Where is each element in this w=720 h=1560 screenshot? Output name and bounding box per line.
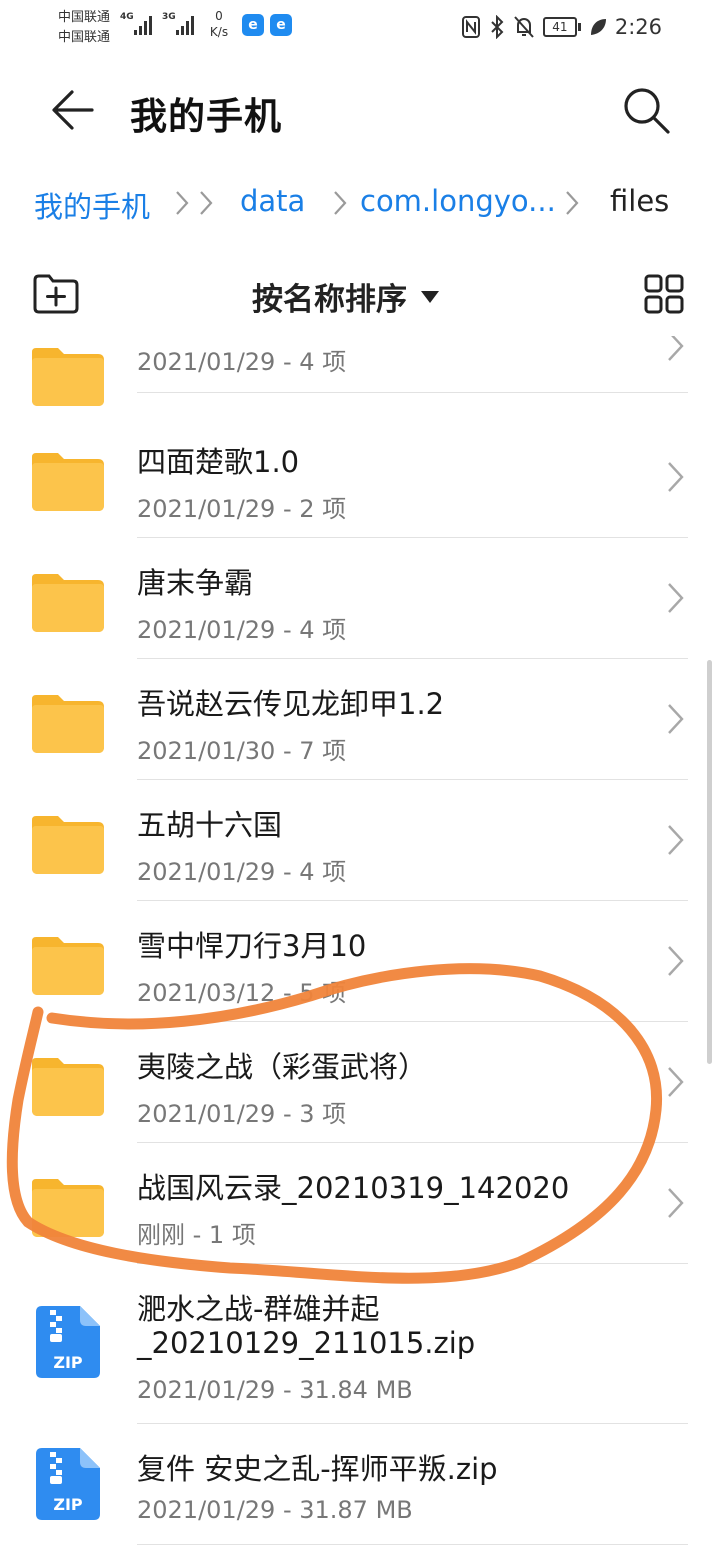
clock: 2:26 [614,15,662,39]
folder-icon [32,1179,104,1237]
chevron-right-icon [668,946,684,976]
grid-view-icon [644,274,684,314]
file-name: 夷陵之战（彩蛋武将） [137,1050,428,1084]
list-item[interactable]: 唐末争霸 2021/01/29 - 4 项 [0,538,720,659]
status-icons: 41 2:26 [461,12,662,42]
file-meta: 2021/01/29 - 31.84 MB [137,1376,413,1404]
folder-icon [32,453,104,511]
folder-plus-icon [33,274,79,314]
file-name: 四面楚歌1.0 [137,445,300,479]
network-speed: 0 K/s [209,9,229,39]
file-meta: 2021/01/30 - 7 项 [137,737,347,765]
arrow-left-icon [52,90,94,130]
chevron-right-icon [200,191,213,215]
carrier-1: 中国联通 [58,10,111,25]
file-meta: 2021/01/29 - 3 项 [137,1100,347,1128]
file-meta: 2021/01/29 - 4 项 [137,348,347,376]
leaf-icon [590,19,606,35]
bluetooth-icon [491,15,504,39]
list-item[interactable]: ZIP 复件 安史之乱-挥师平叛.zip 2021/01/29 - 31.87 … [0,1424,720,1545]
carrier-2: 中国联通 [58,30,111,45]
status-bar: 中国联通 中国联通 4G 3G 0 K/s e e 41 2:26 [0,0,720,56]
grid-view-button[interactable] [644,274,684,314]
file-name: 复件 安史之乱-挥师平叛.zip [137,1452,498,1486]
carrier-labels: 中国联通 中国联通 [58,8,110,48]
divider [137,1544,688,1545]
breadcrumb-item-my-phone[interactable]: 我的手机 [34,184,150,226]
svg-text:ZIP: ZIP [53,1495,83,1514]
search-button[interactable] [616,80,676,140]
scrollbar[interactable] [707,660,712,1064]
file-name: 五胡十六国 [137,808,283,842]
chevron-right-icon [176,191,189,215]
zip-file-icon: ZIP [36,1306,100,1378]
file-meta: 2021/01/29 - 2 项 [137,495,347,523]
network-type-2: 3G [162,12,176,22]
chevron-right-icon [668,583,684,613]
folder-icon [32,937,104,995]
svg-text:ZIP: ZIP [53,1353,83,1372]
nfc-icon [461,16,480,38]
chevron-right-icon [566,191,579,215]
folder-icon [32,574,104,632]
file-meta: 2021/01/29 - 31.87 MB [137,1496,413,1524]
app-notification-icon: e [242,14,264,36]
chevron-right-icon [668,1067,684,1097]
zip-file-icon: ZIP [36,1448,100,1520]
file-meta: 2021/03/12 - 5 项 [137,979,347,1007]
file-meta: 2021/01/29 - 4 项 [137,616,347,644]
file-name: 唐末争霸 [137,566,254,600]
file-name: 淝水之战-群雄并起 [137,1292,380,1326]
list-item[interactable]: 四面楚歌1.0 2021/01/29 - 2 项 [0,417,720,538]
chevron-right-icon [668,825,684,855]
sort-dropdown[interactable]: 按名称排序 [252,272,439,320]
network-type-1: 4G [120,12,134,22]
back-button[interactable] [44,80,104,140]
page-title: 我的手机 [130,95,282,138]
chevron-right-icon [668,1188,684,1218]
mute-bell-icon [514,16,534,38]
list-item[interactable]: ZIP 淝水之战-群雄并起 _20210129_211015.zip 2021/… [0,1264,720,1424]
breadcrumb-item-files: files [610,184,670,218]
divider [137,392,688,393]
breadcrumb-item-data[interactable]: data [240,184,305,218]
list-item[interactable]: 吾说赵云传见龙卸甲1.2 2021/01/30 - 7 项 [0,659,720,780]
chevron-right-icon [668,704,684,734]
folder-icon [32,695,104,753]
app-notification-icon-2: e [270,14,292,36]
chevron-right-icon [668,336,684,361]
file-meta: 2021/01/29 - 4 项 [137,858,347,886]
file-meta: 刚刚 - 1 项 [137,1221,256,1249]
list-item[interactable]: 五胡十六国 2021/01/29 - 4 项 [0,780,720,901]
breadcrumb-item-package[interactable]: com.longyo... [360,184,556,218]
list-item[interactable]: 战国风云录_20210319_142020 刚刚 - 1 项 [0,1143,720,1264]
chevron-right-icon [668,462,684,492]
sort-label: 按名称排序 [252,281,407,318]
list-item[interactable]: 夷陵之战（彩蛋武将） 2021/01/29 - 3 项 [0,1022,720,1143]
list-item[interactable]: 雪中悍刀行3月10 2021/03/12 - 5 项 [0,901,720,1022]
battery-icon: 41 [542,17,581,37]
signal-icon [134,16,152,35]
new-folder-button[interactable] [32,272,80,316]
file-name: 战国风云录_20210319_142020 [137,1171,570,1205]
folder-icon [32,1058,104,1116]
folder-icon [32,816,104,874]
search-icon [624,88,670,134]
chevron-right-icon [334,191,347,215]
file-name-continued: _20210129_211015.zip [137,1326,476,1360]
caret-down-icon [421,291,439,303]
file-list: 2021/01/29 - 4 项 四面楚歌1.0 2021/01/29 - 2 … [0,336,720,1560]
list-item[interactable]: 2021/01/29 - 4 项 [0,336,720,406]
file-name: 吾说赵云传见龙卸甲1.2 [137,687,445,721]
folder-icon [32,348,104,406]
file-name: 雪中悍刀行3月10 [137,929,367,963]
breadcrumb: 我的手机 data com.longyo... files [34,180,714,230]
signal-icon-2 [176,16,194,35]
